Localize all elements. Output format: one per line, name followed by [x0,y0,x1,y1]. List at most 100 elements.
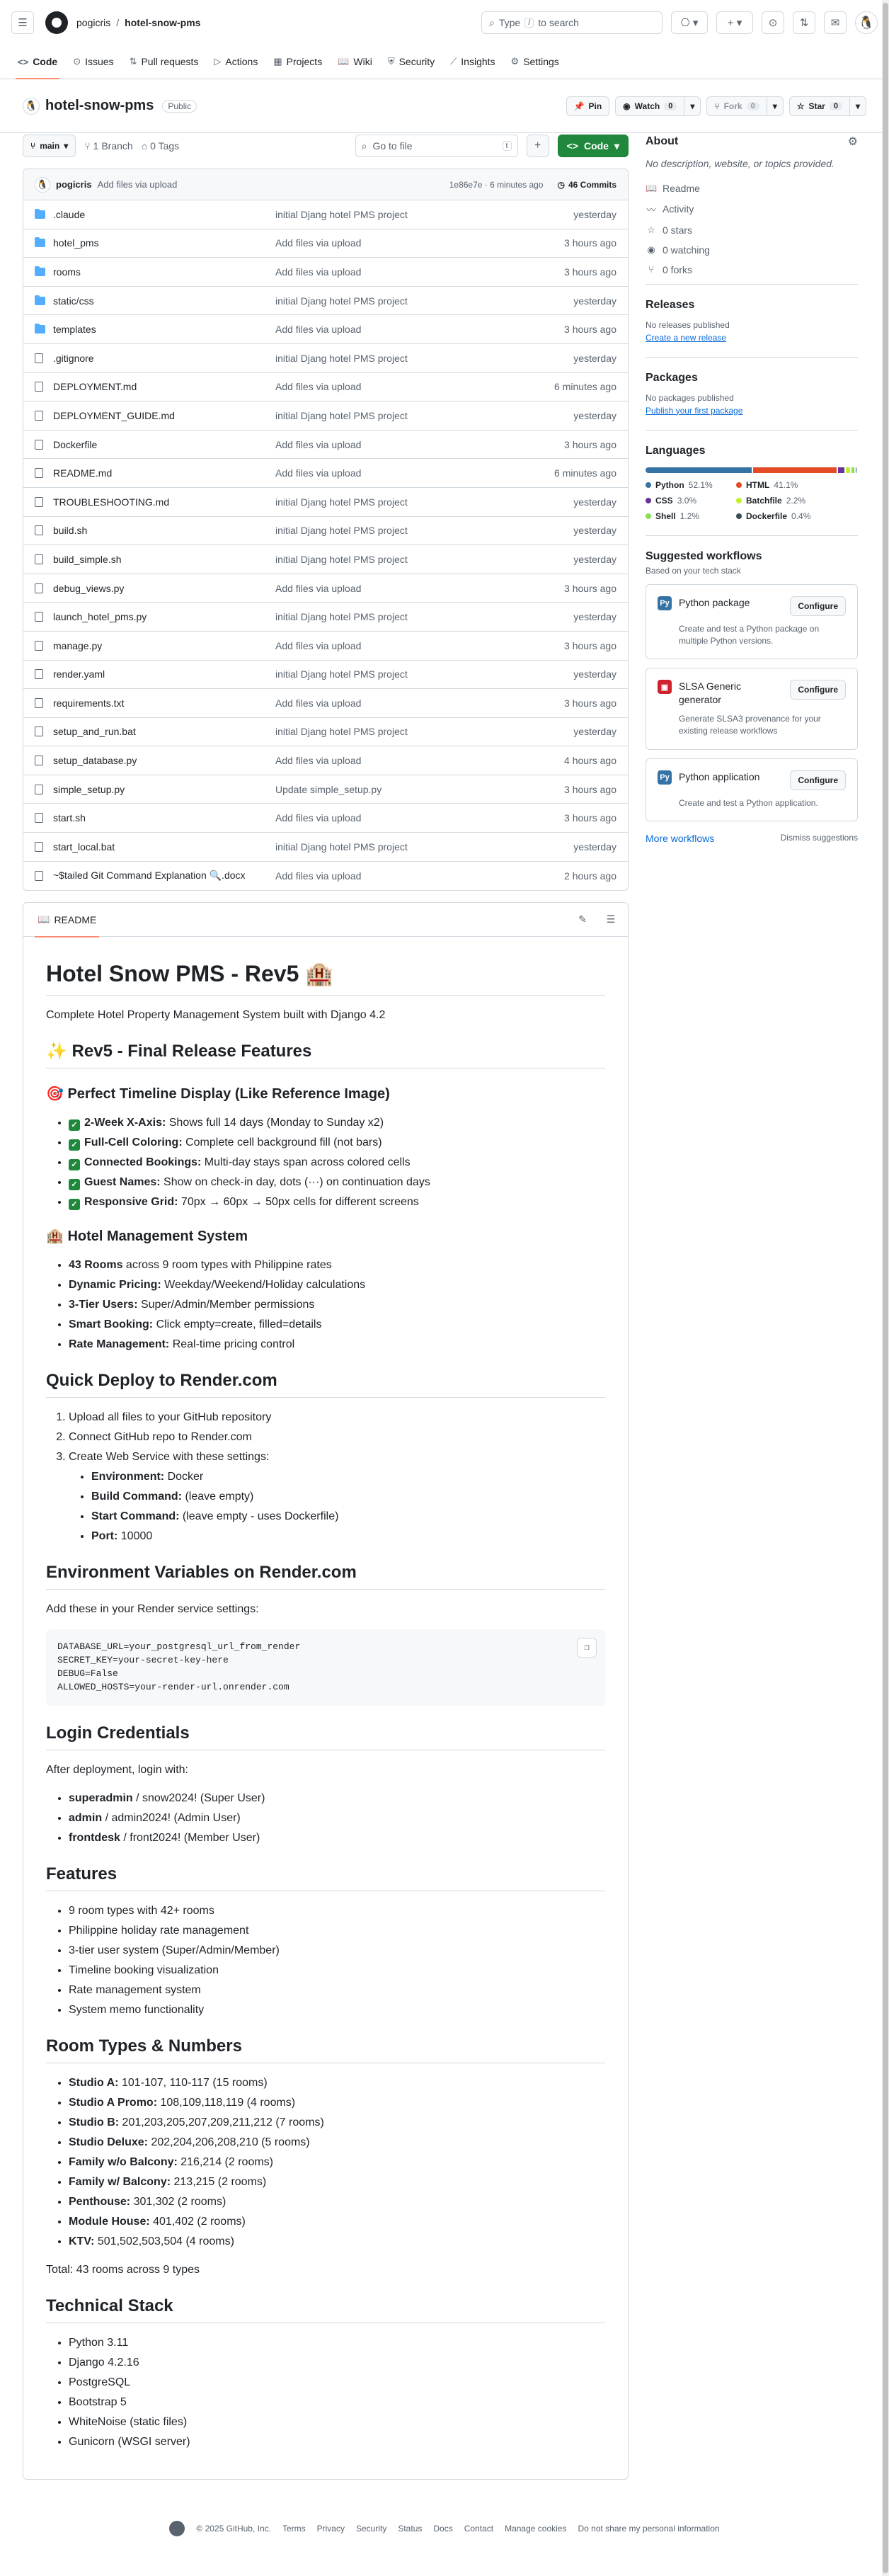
about-stat-0-forks[interactable]: ⑂ 0 forks [646,264,858,275]
packages-title[interactable]: Packages [646,372,858,384]
about-stat-activity[interactable]: 〰 Activity [646,203,858,216]
file-name-link[interactable]: simple_setup.py [53,784,275,795]
about-stat-0-stars[interactable]: ☆ 0 stars [646,224,858,236]
file-name-link[interactable]: debug_views.py [53,583,275,594]
table-row[interactable]: setup_database.py Add files via upload 4 h… [23,746,628,775]
footer-link[interactable]: Terms [282,2524,306,2534]
footer-link[interactable]: Privacy [317,2524,345,2534]
file-commit-message[interactable]: Add files via upload [275,439,564,450]
language-item[interactable]: CSS 3.0% [646,496,725,506]
page-scrollbar[interactable] [882,0,889,2576]
file-name-link[interactable]: start_local.bat [53,841,275,853]
table-row[interactable]: Dockerfile Add files via upload 3 hours ag… [23,431,628,460]
watch-dropdown-button[interactable]: ▾ [684,96,701,116]
copy-icon[interactable]: ❐ [577,1638,597,1658]
file-commit-message[interactable]: Add files via upload [275,812,564,823]
table-row[interactable]: setup_and_run.bat initial Djang hotel PMS… [23,718,628,747]
file-commit-message[interactable]: initial Djang hotel PMS project [275,668,573,680]
table-row[interactable]: README.md Add files via upload 6 minutes a… [23,459,628,488]
table-row[interactable]: templates Add files via upload 3 hours ago [23,315,628,344]
table-row[interactable]: build.sh initial Djang hotel PMS project y… [23,517,628,546]
about-stat-readme[interactable]: 📖 Readme [646,183,858,194]
create-new-icon[interactable]: + ▾ [716,11,753,34]
file-name-link[interactable]: .claude [53,209,275,220]
tab-pull-requests[interactable]: ⇅ Pull requests [123,45,205,79]
language-item[interactable]: HTML 41.1% [736,480,815,490]
create-release-link[interactable]: Create a new release [646,333,858,343]
user-avatar[interactable]: 🐧 [855,11,878,34]
footer-link[interactable]: Status [398,2524,422,2534]
file-commit-message[interactable]: Add files via upload [275,467,554,479]
edit-pencil-icon[interactable]: ✎ [571,908,594,931]
file-commit-message[interactable]: initial Djang hotel PMS project [275,410,573,421]
fork-button[interactable]: ⑂ Fork 0 [706,96,767,116]
dismiss-suggestions-link[interactable]: Dismiss suggestions [781,833,858,844]
outline-list-icon[interactable]: ☰ [600,908,622,931]
issues-icon[interactable]: ⊙ [762,11,784,34]
inbox-icon[interactable]: ✉ [824,11,847,34]
releases-title[interactable]: Releases [646,299,858,312]
pin-button[interactable]: 📌 Pin [566,96,610,116]
pull-requests-icon[interactable]: ⇅ [793,11,815,34]
code-button[interactable]: <> Code ▾ [557,135,629,157]
repo-title[interactable]: hotel-snow-pms [45,98,154,114]
global-search-input[interactable]: ⌕ Type / to search [481,11,663,34]
configure-button[interactable]: Configure [790,770,846,790]
star-button[interactable]: ☆ Star 0 [788,96,850,116]
star-dropdown-button[interactable]: ▾ [849,96,866,116]
footer-link[interactable]: Manage cookies [505,2524,566,2534]
file-commit-message[interactable]: Update simple_setup.py [275,784,564,795]
table-row[interactable]: debug_views.py Add files via upload 3 hour… [23,574,628,603]
env-code-block[interactable]: ❐ DATABASE_URL=your_postgresql_url_from_… [46,1629,605,1706]
language-item[interactable]: Python 52.1% [646,480,725,490]
file-commit-message[interactable]: initial Djang hotel PMS project [275,611,573,622]
file-name-link[interactable]: requirements.txt [53,697,275,709]
file-commit-message[interactable]: Add files via upload [275,755,564,766]
footer-link[interactable]: Do not share my personal information [578,2524,719,2534]
add-file-button[interactable]: + [526,135,549,157]
configure-button[interactable]: Configure [790,680,846,700]
tab-code[interactable]: <> Code [11,45,64,79]
file-commit-message[interactable]: Add files via upload [275,640,564,651]
commit-message[interactable]: Add files via upload [98,179,178,190]
table-row[interactable]: launch_hotel_pms.py initial Djang hotel P… [23,603,628,632]
footer-link[interactable]: Contact [464,2524,493,2534]
tab-wiki[interactable]: 📖 Wiki [331,45,379,79]
file-commit-message[interactable]: initial Djang hotel PMS project [275,525,573,536]
gear-icon[interactable]: ⚙ [848,135,858,149]
tab-issues[interactable]: ⊙ Issues [67,45,120,79]
file-name-link[interactable]: setup_and_run.bat [53,726,275,737]
table-row[interactable]: static/css initial Djang hotel PMS projec… [23,287,628,316]
file-name-link[interactable]: README.md [53,467,275,479]
file-name-link[interactable]: DEPLOYMENT_GUIDE.md [53,410,275,421]
more-workflows-link[interactable]: More workflows [646,833,714,844]
file-commit-message[interactable]: Add files via upload [275,870,564,882]
file-name-link[interactable]: Dockerfile [53,439,275,450]
tab-settings[interactable]: ⚙ Settings [505,45,566,79]
table-row[interactable]: DEPLOYMENT_GUIDE.md initial Djang hotel P… [23,401,628,431]
file-commit-message[interactable]: initial Djang hotel PMS project [275,726,573,737]
file-name-link[interactable]: render.yaml [53,668,275,680]
branch-select[interactable]: ⑂ main ▾ [23,135,76,157]
file-name-link[interactable]: static/css [53,295,275,307]
tab-actions[interactable]: ▷ Actions [207,45,264,79]
configure-button[interactable]: Configure [790,595,846,616]
file-commit-message[interactable]: Add files via upload [275,583,564,594]
footer-link[interactable]: Security [356,2524,386,2534]
file-name-link[interactable]: build_simple.sh [53,554,275,565]
language-item[interactable]: Shell 1.2% [646,511,725,521]
fork-dropdown-button[interactable]: ▾ [767,96,784,116]
commit-author[interactable]: pogicris [56,179,92,190]
language-item[interactable]: Batchfile 2.2% [736,496,815,506]
file-name-link[interactable]: TROUBLESHOOTING.md [53,496,275,508]
commit-hash-time[interactable]: 1e86e7e · 6 minutes ago [449,180,544,190]
file-commit-message[interactable]: initial Djang hotel PMS project [275,209,573,220]
copilot-icon[interactable]: ⎔ ▾ [671,11,708,34]
file-name-link[interactable]: setup_database.py [53,755,275,766]
file-name-link[interactable]: build.sh [53,525,275,536]
file-name-link[interactable]: rooms [53,266,275,278]
file-name-link[interactable]: start.sh [53,812,275,823]
file-name-link[interactable]: hotel_pms [53,237,275,249]
readme-tab[interactable]: 📖 README [35,903,100,937]
table-row[interactable]: manage.py Add files via upload 3 hours ago [23,632,628,661]
